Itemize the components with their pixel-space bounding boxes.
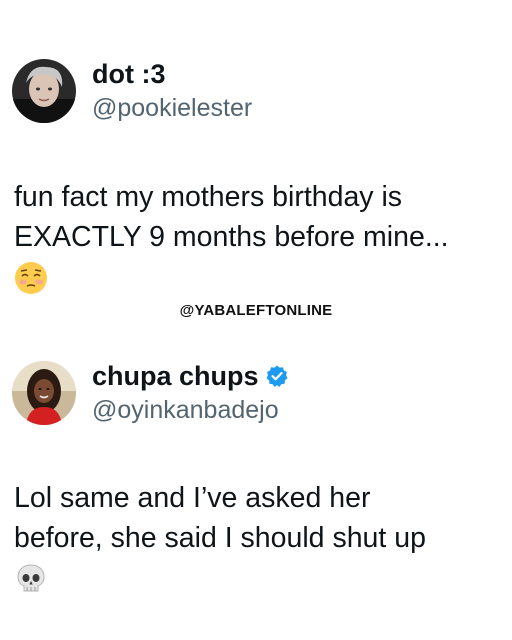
flushed-face-emoji-icon: [14, 261, 504, 297]
avatar[interactable]: [12, 361, 76, 425]
user-handle[interactable]: @oyinkanbadejo: [92, 394, 289, 426]
tweet-text-line: Lol same and I’ve asked her: [14, 482, 371, 514]
display-name[interactable]: chupa chups: [92, 360, 259, 392]
skull-emoji-icon: [14, 562, 504, 598]
avatar-image: [12, 361, 76, 425]
tweet-1-text: fun fact my mothers birthday is EXACTLY …: [14, 177, 504, 297]
tweet-text-line: before, she said I should shut up: [14, 522, 426, 554]
user-handle[interactable]: @pookielester: [92, 92, 252, 124]
avatar[interactable]: [12, 59, 76, 123]
tweet-2-text: Lol same and I’ve asked her before, she …: [14, 478, 504, 598]
watermark: @YABALEFTONLINE: [179, 302, 333, 319]
display-name[interactable]: dot :3: [92, 58, 166, 90]
verified-badge-icon: [265, 364, 289, 388]
avatar-image: [12, 59, 76, 123]
tweet-2-header: chupa chups @oyinkanbadejo: [12, 360, 289, 426]
tweet-text-line: fun fact my mothers birthday is: [14, 181, 403, 213]
tweet-text-line: EXACTLY 9 months before mine...: [14, 221, 449, 253]
tweet-1-header: dot :3 @pookielester: [12, 58, 252, 124]
